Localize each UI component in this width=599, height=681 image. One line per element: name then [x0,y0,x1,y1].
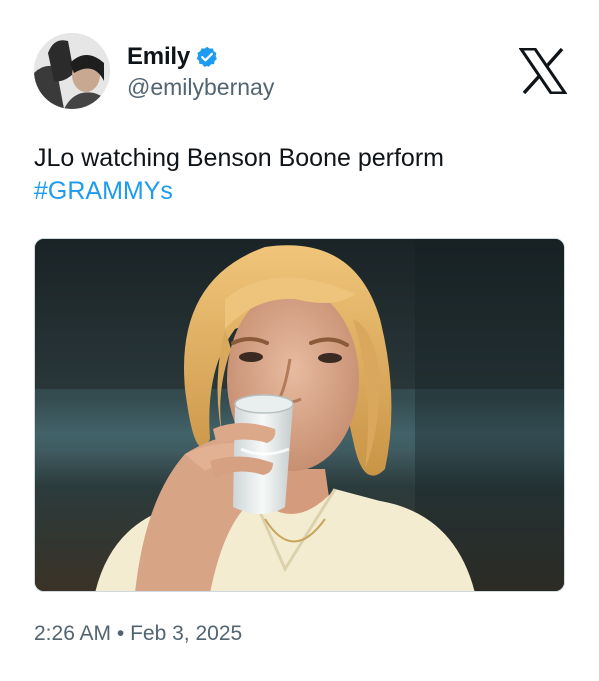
author-handle[interactable]: @emilybernay [127,74,274,101]
tweet-card: Emily @emilybernay JLo watching Benson B… [0,0,599,681]
tweet-text-line: JLo watching Benson Boone perform [34,144,444,172]
x-logo-icon[interactable] [518,47,568,95]
tweet-media-image[interactable] [34,238,565,592]
tweet-text: JLo watching Benson Boone perform #GRAMM… [34,142,564,208]
tweet-date: Feb 3, 2025 [130,622,243,645]
avatar-photo-icon [34,33,110,109]
tweet-time: 2:26 AM [34,622,112,645]
author-display-name[interactable]: Emily [127,43,190,71]
author-avatar[interactable] [34,33,110,109]
verified-badge-icon [196,46,218,68]
tweet-timestamp[interactable]: 2:26 AM • Feb 3, 2025 [34,622,242,646]
timestamp-separator: • [116,622,125,645]
photo-woman-drinking-milk [35,239,564,591]
author-name-row: Emily [127,42,218,72]
hashtag-link[interactable]: #GRAMMYs [34,175,564,208]
